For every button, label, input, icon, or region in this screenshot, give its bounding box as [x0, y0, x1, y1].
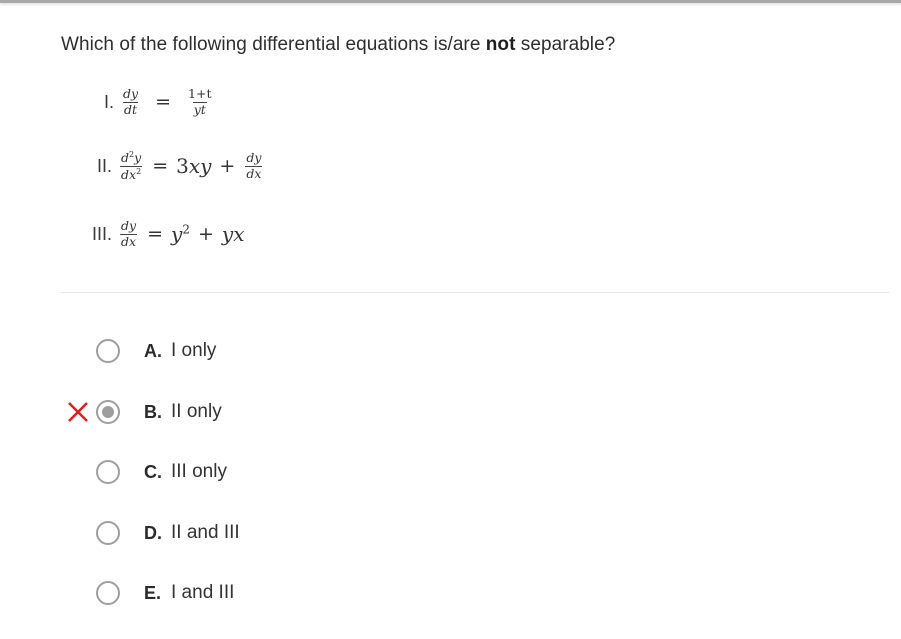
choice-a[interactable]: A. I only [96, 336, 216, 366]
choice-letter: B. [144, 401, 162, 422]
plus-sign: + [197, 223, 214, 245]
equals-sign: = [155, 91, 172, 113]
choice-b[interactable]: B. II only [96, 397, 222, 427]
equation-numeral: I. [104, 91, 115, 112]
choice-text: I only [171, 340, 217, 361]
lhs-fraction: d2y dx2 [120, 151, 143, 182]
num-var: y [134, 150, 142, 166]
fraction-numerator: 1+t [188, 86, 212, 101]
choice-text: II only [171, 401, 222, 422]
exponent: 2 [182, 222, 190, 237]
choice-text: III only [171, 461, 227, 482]
num-base: d [121, 150, 130, 166]
rhs-expression: y2 [171, 222, 190, 246]
equals-sign: = [152, 155, 169, 178]
rhs-fraction: dy dx [245, 150, 263, 181]
question-text: Which of the following differential equa… [61, 34, 615, 56]
plus-sign: + [219, 155, 236, 178]
fraction-denominator: dx2 [120, 165, 143, 182]
rhs-expression: 3xy [176, 154, 211, 178]
x-mark-icon [68, 402, 88, 422]
fraction-denominator: dt [123, 101, 139, 117]
equation-numeral: II. [97, 155, 113, 176]
choice-letter: C. [144, 461, 162, 482]
fraction-numerator: d2y [120, 151, 142, 166]
equation-3: III. dy dx = y2 + yx [92, 218, 245, 249]
question-emphasis: not [485, 34, 516, 55]
radio-button-icon[interactable] [96, 460, 120, 484]
fraction-denominator: yt [192, 101, 207, 117]
lhs-fraction: dy dx [120, 218, 138, 249]
fraction-numerator: dy [123, 86, 139, 101]
choice-e[interactable]: E. I and III [96, 578, 234, 608]
choice-d[interactable]: D. II and III [96, 518, 240, 548]
divider [61, 292, 889, 293]
radio-button-icon[interactable] [96, 581, 120, 605]
lhs-fraction: dy dt [122, 86, 139, 117]
top-border [0, 0, 901, 3]
coefficient: 3 [176, 154, 189, 179]
den-base: dx [121, 166, 137, 182]
term: xy [188, 154, 212, 179]
rhs-fraction: 1+t yt [187, 86, 212, 117]
term: yx [221, 222, 245, 246]
question-suffix: separable? [515, 34, 616, 55]
question-prefix: Which of the following differential equa… [61, 34, 486, 55]
fraction-numerator: dy [121, 218, 137, 233]
fraction-numerator: dy [246, 150, 262, 166]
equals-sign: = [147, 223, 164, 245]
den-sup: 2 [136, 166, 142, 176]
choice-letter: E. [144, 582, 162, 603]
equation-2: II. d2y dx2 = 3xy + dy dx [97, 151, 264, 181]
term: y [171, 222, 183, 246]
radio-button-icon[interactable] [96, 339, 120, 363]
radio-button-icon[interactable] [96, 521, 120, 545]
choice-text: II and III [171, 522, 240, 543]
equation-1: I. dy dt = 1+t yt [104, 86, 214, 117]
choice-letter: D. [144, 522, 162, 543]
choice-c[interactable]: C. III only [96, 457, 227, 487]
choice-letter: A. [144, 340, 162, 361]
fraction-denominator: dx [245, 165, 263, 181]
radio-button-icon[interactable] [96, 400, 120, 424]
equation-numeral: III. [92, 223, 113, 244]
fraction-denominator: dx [120, 233, 138, 249]
choice-text: I and III [171, 582, 235, 603]
